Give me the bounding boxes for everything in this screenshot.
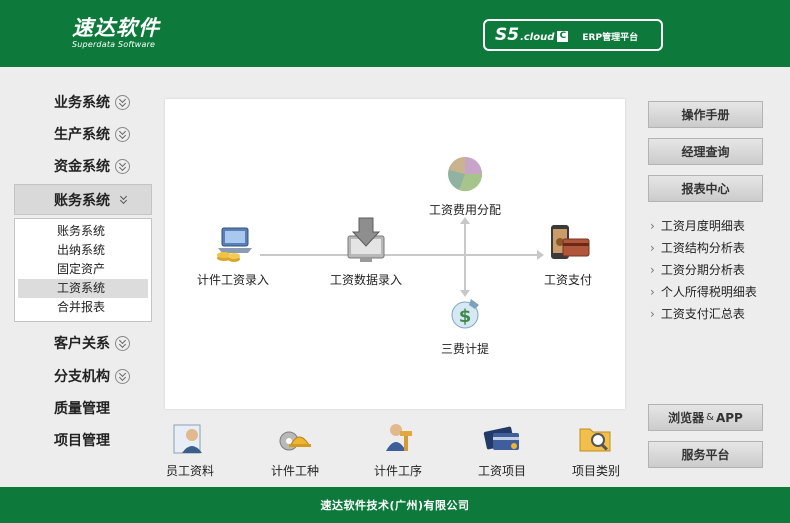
nav-item-crm[interactable]: 客户关系 <box>54 333 130 353</box>
cards-icon <box>483 426 519 450</box>
shortcut-label: 工资项目 <box>477 464 526 478</box>
browser-app-label: APP <box>715 410 743 425</box>
report-link-payment-summary[interactable]: › 工资支付汇总表 <box>650 305 745 322</box>
flow-node-cost-allocation[interactable]: 工资费用分配 <box>417 154 513 218</box>
shortcut-label: 计件工种 <box>270 464 319 478</box>
flow-label: 计件工资录入 <box>196 273 269 287</box>
flow-node-three-fees[interactable]: $ 三费计提 <box>417 295 513 357</box>
shortcut-salary-items[interactable]: 工资项目 <box>462 421 542 479</box>
logo-cn: 速达软件 <box>72 16 160 40</box>
chevron-right-icon: › <box>650 285 655 299</box>
flow-label: 三费计提 <box>440 342 489 356</box>
report-link-period[interactable]: › 工资分期分析表 <box>650 261 745 278</box>
logo: 速达软件 Superdata Software <box>72 12 160 49</box>
hardhat-gear-icon <box>279 431 311 451</box>
report-center-button[interactable]: 报表中心 <box>648 175 763 202</box>
chevron-right-icon: › <box>650 241 655 255</box>
nav-item-accounting[interactable]: 账务系统 <box>14 184 152 215</box>
submenu-item-consolidated[interactable]: 合并报表 <box>15 298 151 317</box>
submenu-item-accounting[interactable]: 账务系统 <box>15 222 151 241</box>
nav-item-label: 业务系统 <box>54 95 110 111</box>
nav-item-project[interactable]: 项目管理 <box>54 430 110 450</box>
worker-tool-icon <box>386 424 412 451</box>
accounting-submenu: 账务系统 出纳系统 固定资产 工资系统 合并报表 <box>14 218 152 322</box>
chevron-right-icon: › <box>650 263 655 277</box>
flow-label: 工资数据录入 <box>329 273 402 287</box>
bottom-shortcut-row: 员工资料 计件工种 计件工序 工资项目 项目类别 <box>150 421 630 479</box>
arrow-up-icon <box>460 217 470 224</box>
chevron-right-icon: › <box>650 219 655 233</box>
shortcut-piecework-type[interactable]: 计件工种 <box>255 421 335 479</box>
flow-node-salary-payment[interactable]: 工资支付 <box>529 222 607 288</box>
nav-item-label: 账务系统 <box>54 192 110 209</box>
svg-text:$: $ <box>459 306 472 327</box>
operation-manual-button[interactable]: 操作手册 <box>648 101 763 128</box>
report-link-income-tax[interactable]: › 个人所得税明细表 <box>650 283 757 300</box>
browser-app-button[interactable]: 浏览器 & APP <box>648 404 763 431</box>
report-link-monthly[interactable]: › 工资月度明细表 <box>650 217 745 234</box>
laptop-coins-icon <box>217 227 252 262</box>
nav-item-business[interactable]: 业务系统 <box>54 92 130 112</box>
report-link-label: 个人所得税明细表 <box>660 285 757 299</box>
footer-bar: 速达软件技术(广州)有限公司 <box>0 487 790 523</box>
footer-company: 速达软件技术(广州)有限公司 <box>320 499 470 512</box>
header-bar: 速达软件 Superdata Software S5 .cloud C ERP管… <box>0 0 790 67</box>
shortcut-label: 项目类别 <box>571 464 620 478</box>
pie-chart-icon <box>448 157 483 192</box>
chevron-down-icon <box>120 195 128 205</box>
report-link-label: 工资分期分析表 <box>660 263 745 277</box>
phone-card-icon <box>551 225 590 259</box>
chevron-down-icon <box>115 158 130 174</box>
logo-en: Superdata Software <box>72 40 156 49</box>
chevron-right-icon: › <box>650 307 655 321</box>
browser-label: 浏览器 <box>668 411 705 425</box>
flow-label: 工资费用分配 <box>428 203 501 217</box>
nav-item-label: 客户关系 <box>54 336 110 352</box>
dollar-wrench-icon: $ <box>451 299 479 329</box>
chevron-down-icon <box>115 335 130 351</box>
nav-item-label: 生产系统 <box>54 127 110 143</box>
report-link-label: 工资结构分析表 <box>660 241 745 255</box>
shortcut-item-category[interactable]: 项目类别 <box>562 421 630 479</box>
platform-c-icon: C <box>557 31 569 42</box>
nav-item-label: 资金系统 <box>54 159 110 175</box>
nav-item-label: 质量管理 <box>54 401 110 417</box>
nav-item-quality[interactable]: 质量管理 <box>54 398 110 418</box>
shortcut-label: 员工资料 <box>165 464 214 478</box>
browser-amp: & <box>706 412 714 423</box>
shortcut-employee-info[interactable]: 员工资料 <box>150 421 230 479</box>
nav-item-funds[interactable]: 资金系统 <box>54 156 130 176</box>
chevron-down-icon <box>115 126 130 142</box>
report-link-label: 工资支付汇总表 <box>660 307 745 321</box>
submenu-item-cashier[interactable]: 出纳系统 <box>15 241 151 260</box>
platform-s5: S5 <box>495 25 520 45</box>
flow-label: 工资支付 <box>543 273 592 287</box>
flow-node-piecework-entry[interactable]: 计件工资录入 <box>187 222 279 288</box>
platform-erp: ERP管理平台 <box>582 33 639 43</box>
payroll-flow-panel: 计件工资录入 工资数据录入 工资费用分配 工资支付 $ 三费计提 <box>165 99 625 409</box>
download-monitor-icon <box>347 217 385 262</box>
shortcut-piecework-process[interactable]: 计件工序 <box>358 421 438 479</box>
platform-cloud: .cloud <box>520 31 555 43</box>
submenu-item-payroll[interactable]: 工资系统 <box>18 279 148 298</box>
flow-line-vertical <box>464 224 466 292</box>
folder-search-icon <box>579 428 611 452</box>
chevron-down-icon <box>115 368 130 384</box>
nav-item-label: 项目管理 <box>54 433 110 449</box>
nav-item-production[interactable]: 生产系统 <box>54 124 130 144</box>
submenu-item-fixed-assets[interactable]: 固定资产 <box>15 260 151 279</box>
flow-node-salary-data-entry[interactable]: 工资数据录入 <box>320 216 412 288</box>
shortcut-label: 计件工序 <box>373 464 422 478</box>
manager-query-button[interactable]: 经理查询 <box>648 138 763 165</box>
nav-item-branch[interactable]: 分支机构 <box>54 366 130 386</box>
service-platform-button[interactable]: 服务平台 <box>648 441 763 468</box>
nav-item-label: 分支机构 <box>54 369 110 385</box>
employee-card-icon <box>173 424 202 454</box>
chevron-down-icon <box>115 94 130 110</box>
report-link-structure[interactable]: › 工资结构分析表 <box>650 239 745 256</box>
platform-badge: S5 .cloud C ERP管理平台 <box>483 19 663 51</box>
report-link-label: 工资月度明细表 <box>660 219 745 233</box>
